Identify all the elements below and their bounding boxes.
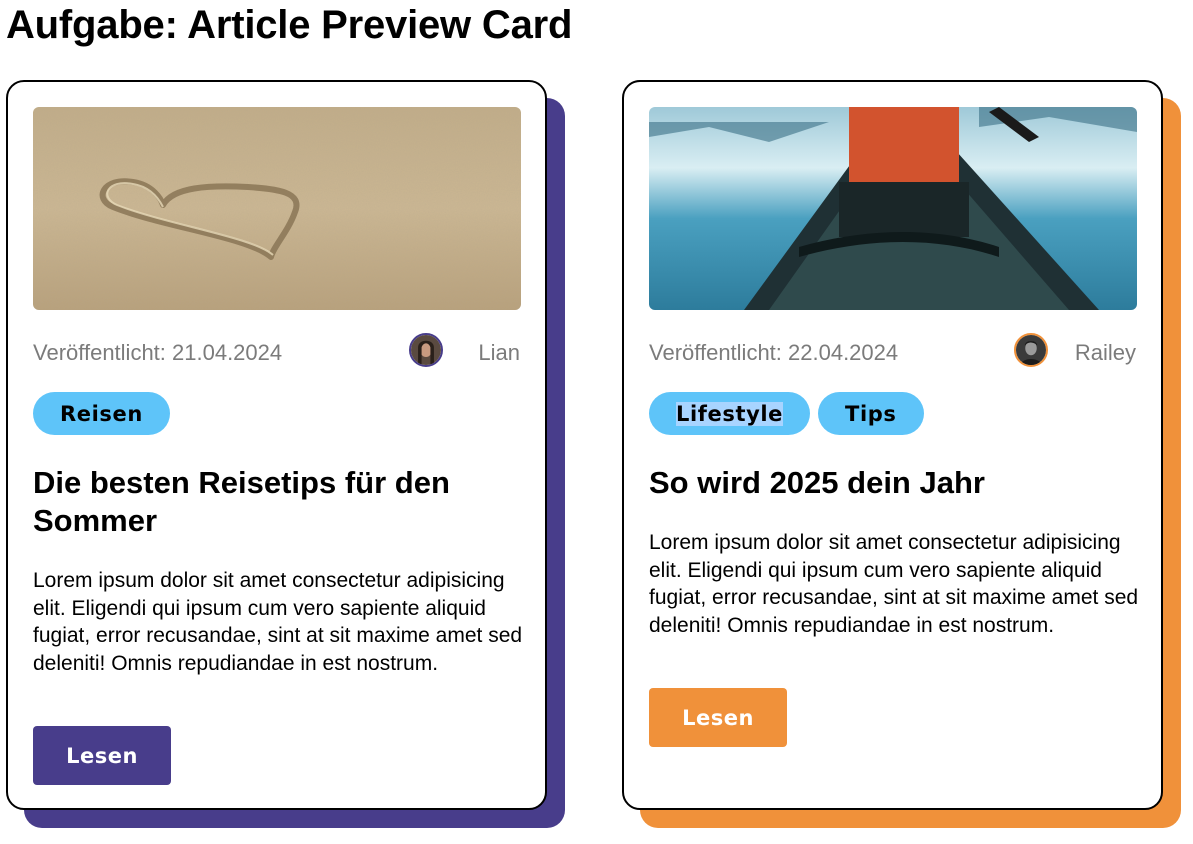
author-name[interactable]: Lian [478, 340, 520, 366]
tag-list: Lifestyle Tips [649, 392, 924, 435]
read-button[interactable]: Lesen [649, 688, 787, 747]
read-button[interactable]: Lesen [33, 726, 171, 785]
publish-date: Veröffentlicht: 22.04.2024 [649, 340, 899, 365]
author-avatar[interactable] [409, 333, 443, 367]
article-image-canoe [649, 107, 1137, 310]
tag-reisen[interactable]: Reisen [33, 392, 170, 435]
page-title: Aufgabe: Article Preview Card [6, 3, 573, 47]
article-card-1: Veröffentlicht: 21.04.2024 Lian Reisen D… [6, 80, 565, 828]
publish-date: Veröffentlicht: 21.04.2024 [33, 340, 283, 365]
article-title: Die besten Reisetips für den Sommer [33, 465, 450, 538]
tag-lifestyle[interactable]: Lifestyle [649, 392, 811, 435]
article-card-2: Veröffentlicht: 22.04.2024 Railey Lifest… [622, 80, 1181, 828]
card-body-container: Veröffentlicht: 21.04.2024 Lian Reisen D… [6, 80, 547, 810]
author-avatar[interactable] [1014, 333, 1048, 367]
card-body-container: Veröffentlicht: 22.04.2024 Railey Lifest… [622, 80, 1163, 810]
article-excerpt: Lorem ipsum dolor sit amet consectetur a… [649, 531, 1139, 637]
author-name[interactable]: Railey [1075, 340, 1136, 366]
tag-list: Reisen [33, 392, 170, 435]
article-excerpt: Lorem ipsum dolor sit amet consectetur a… [33, 569, 523, 675]
article-image-sand-heart [33, 107, 521, 310]
tag-tips[interactable]: Tips [818, 392, 924, 435]
article-title: So wird 2025 dein Jahr [649, 465, 985, 500]
